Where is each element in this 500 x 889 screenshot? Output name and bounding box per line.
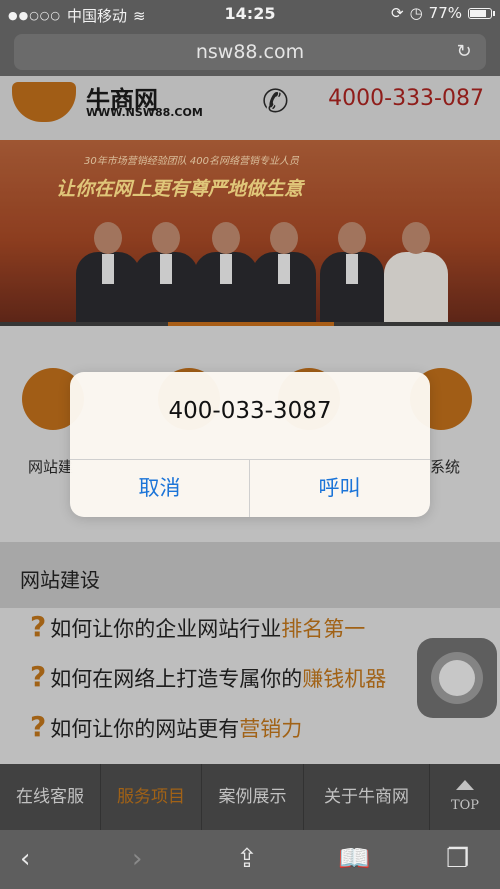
browser-address-bar: nsw88.com ↻ xyxy=(0,28,500,76)
url-text: nsw88.com xyxy=(195,41,305,63)
url-field[interactable]: nsw88.com ↻ xyxy=(14,34,486,70)
bookmarks-icon[interactable]: 📖 xyxy=(338,844,370,874)
tabs-icon[interactable]: ❐ xyxy=(446,844,469,874)
reload-icon[interactable]: ↻ xyxy=(454,42,474,62)
call-button[interactable]: 呼叫 xyxy=(250,460,429,517)
call-alert-dialog: 400-033-3087 取消 呼叫 xyxy=(70,372,430,517)
back-icon[interactable]: ‹ xyxy=(20,844,30,874)
rotation-lock-icon: ⟳ xyxy=(390,4,404,22)
cancel-button[interactable]: 取消 xyxy=(70,460,249,517)
share-icon[interactable]: ⇪ xyxy=(236,844,258,874)
browser-toolbar: ‹ › ⇪ 📖 ❐ xyxy=(0,830,500,889)
forward-icon[interactable]: › xyxy=(132,844,142,874)
alarm-icon: ◷ xyxy=(409,4,423,22)
battery-icon xyxy=(468,7,495,19)
alert-phone-number: 400-033-3087 xyxy=(168,398,332,424)
status-bar: ●●○○○ 中国移动 ≋ 14:25 ⟳ ◷ 77% xyxy=(0,0,500,28)
battery-percent: 77% xyxy=(428,4,462,22)
